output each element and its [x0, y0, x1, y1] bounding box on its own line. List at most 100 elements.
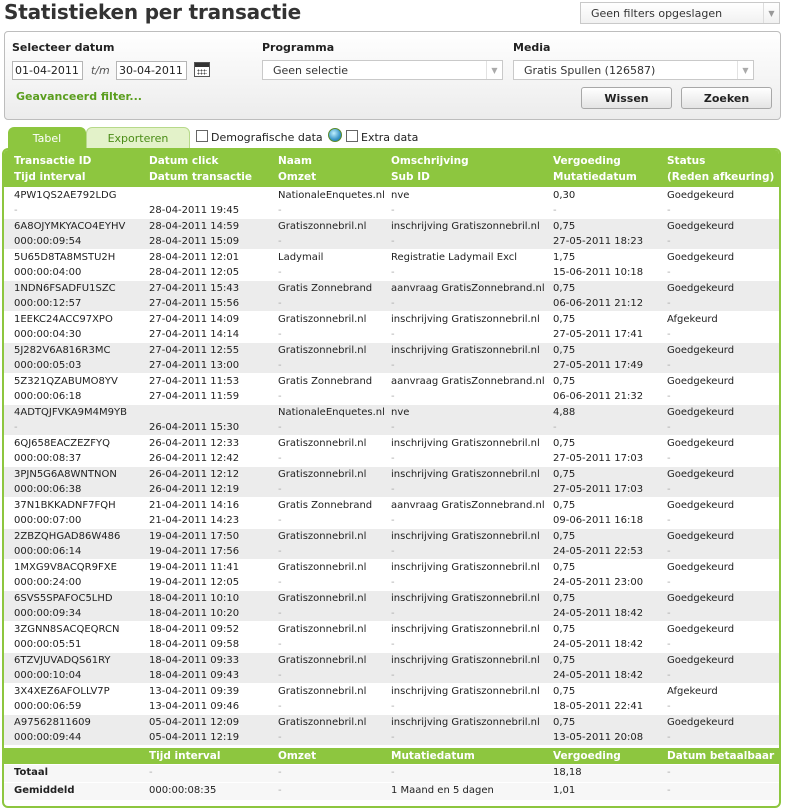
transaction-id: 1NDN6FSADFU1SZC 000:00:12:57	[14, 281, 116, 311]
name-cell-line2: -	[278, 639, 282, 650]
name-cell: Gratiszonnebril.nl -	[278, 684, 366, 714]
fee-cell-line2: 27-05-2011 17:49	[553, 360, 644, 371]
transaction-id-line1: 1MXG9V8ACQR9FXE	[14, 562, 117, 573]
status-cell: Goedgekeurd -	[667, 560, 734, 590]
media-select[interactable]: Gratis Spullen (126587) ▼	[513, 60, 754, 80]
description-cell-line1: nve	[391, 407, 410, 418]
description-cell-line2: -	[391, 267, 395, 278]
search-button[interactable]: Zoeken	[681, 87, 772, 109]
transaction-id-line2: 000:00:08:37	[14, 453, 82, 464]
table-row: A97562811609 000:00:09:44 05-04-2011 12:09…	[4, 715, 779, 746]
date-cell-line1: 27-04-2011 12:55	[149, 345, 240, 356]
description-cell-line2: -	[391, 639, 395, 650]
transaction-id-line2: 000:00:06:18	[14, 391, 82, 402]
name-cell-line1: Gratiszonnebril.nl	[278, 531, 367, 542]
fee-cell-line1: 0,75	[553, 717, 576, 728]
advanced-filter-link[interactable]: Geavanceerd filter...	[16, 90, 142, 103]
description-cell-line1: inschrijving Gratiszonnebril.nl	[391, 717, 540, 728]
date-cell: 18-04-2011 10:10 18-04-2011 10:20	[149, 591, 239, 621]
transaction-id-line2: 000:00:07:00	[14, 515, 82, 526]
table-row: 5Z321QZABUMO8YV 000:00:06:18 27-04-2011 11…	[4, 374, 779, 405]
status-cell: Goedgekeurd -	[667, 219, 734, 249]
totals-omzet: -	[278, 767, 282, 778]
fee-cell: 0,75 24-05-2011 18:42	[553, 653, 643, 683]
date-cell-line2: 19-04-2011 17:56	[149, 546, 240, 557]
header-description: Omschrijving Sub ID	[391, 153, 469, 185]
date-cell-line2: 27-04-2011 15:56	[149, 298, 240, 309]
header-text: Omschrijving	[391, 155, 469, 167]
description-cell-line1: aanvraag GratisZonnebrand.nl	[391, 283, 545, 294]
status-cell-line1: Goedgekeurd	[667, 593, 735, 604]
date-cell-line1	[149, 188, 239, 203]
status-cell-line2: -	[667, 732, 671, 743]
status-cell-line2: -	[667, 205, 671, 216]
tab-export[interactable]: Exporteren	[86, 127, 190, 149]
header-text: Omzet	[278, 171, 317, 183]
date-cell: 26-04-2011 15:30	[149, 405, 239, 435]
tab-table[interactable]: Tabel	[8, 127, 86, 149]
demographic-checkbox[interactable]	[196, 130, 208, 142]
status-cell-line2: -	[667, 391, 671, 402]
transaction-id-line1: A97562811609	[14, 717, 91, 728]
description-cell: aanvraag GratisZonnebrand.nl -	[391, 498, 545, 528]
transaction-id-line2: 000:00:09:34	[14, 608, 82, 619]
chevron-down-icon[interactable]: ▼	[737, 61, 753, 79]
extra-data-label: Extra data	[361, 131, 419, 144]
transaction-id-line1: 37N1BKKADNF7FQH	[14, 500, 116, 511]
date-cell-line2: 26-04-2011 12:19	[149, 484, 240, 495]
description-cell-line1: inschrijving Gratiszonnebril.nl	[391, 314, 540, 325]
transaction-id-line2: 000:00:12:57	[14, 298, 82, 309]
transaction-id-line2: -	[14, 422, 18, 433]
name-cell: NationaleEnquetes.nl -	[278, 188, 385, 218]
description-cell-line2: -	[391, 329, 395, 340]
name-cell: Gratiszonnebril.nl -	[278, 715, 366, 745]
description-cell-line1: aanvraag GratisZonnebrand.nl	[391, 376, 545, 387]
status-cell-line2: -	[667, 422, 671, 433]
table-row: 3X4XEZ6AFOLLV7P 000:00:06:59 13-04-2011 09…	[4, 684, 779, 715]
name-cell: Gratiszonnebril.nl -	[278, 591, 366, 621]
date-cell: 18-04-2011 09:33 18-04-2011 09:43	[149, 653, 239, 683]
transaction-id-line2: 000:00:06:14	[14, 546, 82, 557]
status-cell: Goedgekeurd -	[667, 591, 734, 621]
footer-header-payable: Datum betaalbaar	[667, 750, 775, 762]
status-cell-line2: -	[667, 360, 671, 371]
chevron-down-icon[interactable]: ▼	[763, 3, 779, 23]
description-cell-line2: -	[391, 608, 395, 619]
transaction-id: 4PW1QS2AE792LDG -	[14, 188, 117, 218]
date-cell-line2: 26-04-2011 12:42	[149, 453, 240, 464]
date-from-input[interactable]: 01-04-2011	[12, 61, 83, 80]
header-text: Mutatiedatum	[553, 171, 637, 183]
footer-header: Tijd interval Omzet Mutatiedatum Vergoed…	[4, 748, 779, 765]
date-to-input[interactable]: 30-04-2011	[116, 61, 187, 80]
fee-cell-line1: 0,75	[553, 655, 576, 666]
description-cell: nve -	[391, 188, 409, 218]
description-cell-line1: inschrijving Gratiszonnebril.nl	[391, 221, 540, 232]
status-cell-line1: Afgekeurd	[667, 314, 718, 325]
fee-cell: 0,75 24-05-2011 18:42	[553, 622, 643, 652]
transaction-id-line1: 6QJ658EACZEZFYQ	[14, 438, 110, 449]
fee-cell-line1: 0,75	[553, 438, 576, 449]
calendar-icon[interactable]	[194, 62, 210, 77]
table-row: 6A8OJYMKYACO4EYHV 000:00:09:54 28-04-2011 …	[4, 219, 779, 250]
status-cell-line2: -	[667, 577, 671, 588]
date-cell-line2: 28-04-2011 15:09	[149, 236, 240, 247]
name-cell: Gratiszonnebril.nl -	[278, 622, 366, 652]
chevron-down-icon[interactable]: ▼	[486, 61, 502, 79]
saved-filters-select[interactable]: Geen filters opgeslagen ▼	[580, 2, 780, 24]
extra-data-checkbox[interactable]	[346, 130, 358, 142]
description-cell: inschrijving Gratiszonnebril.nl -	[391, 467, 540, 497]
average-row: Gemiddeld 000:00:08:35 - 1 Maand en 5 da…	[4, 783, 779, 801]
footer-header-interval: Tijd interval	[149, 750, 221, 762]
description-cell: inschrijving Gratiszonnebril.nl -	[391, 436, 540, 466]
description-cell-line1: inschrijving Gratiszonnebril.nl	[391, 593, 540, 604]
status-cell: Goedgekeurd -	[667, 529, 734, 559]
transaction-id: 1MXG9V8ACQR9FXE 000:00:24:00	[14, 560, 117, 590]
clear-button[interactable]: Wissen	[581, 87, 672, 109]
status-cell-line2: -	[667, 701, 671, 712]
program-select[interactable]: Geen selectie ▼	[262, 60, 503, 80]
name-cell-line1: Gratiszonnebril.nl	[278, 624, 367, 635]
date-cell: 28-04-2011 19:45	[149, 188, 239, 218]
description-cell: nve -	[391, 405, 409, 435]
fee-cell: 4,88 -	[553, 405, 575, 435]
status-cell-line2: -	[667, 546, 671, 557]
